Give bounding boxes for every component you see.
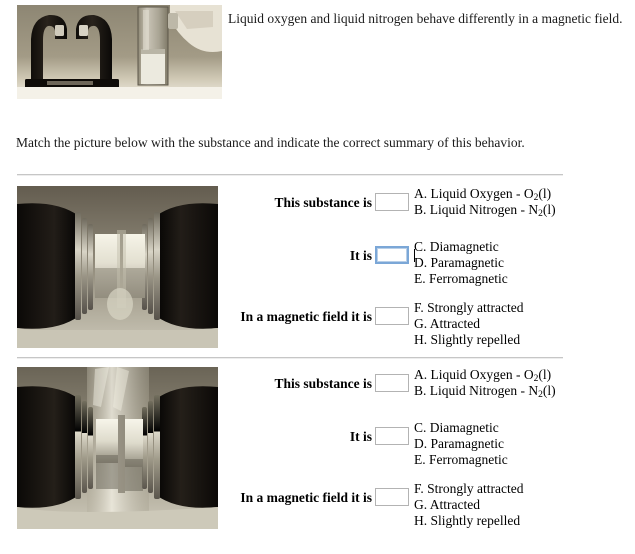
option-item: G. Attracted (414, 497, 480, 512)
option-item: H. Slightly repelled (414, 513, 521, 528)
magnetism-type-input-wrapper (372, 420, 409, 445)
question-row: In a magnetic field it is F. Strongly att… (232, 300, 632, 348)
substance-input-wrapper (372, 367, 409, 392)
row-label: This substance is (274, 195, 372, 210)
liquid-held-between-poles-photo (17, 186, 218, 348)
row-label: It is (349, 248, 372, 263)
option-item: E. Ferromagnetic (414, 452, 508, 467)
option-list: F. Strongly attracted G. Attracted H. Slig… (414, 300, 524, 348)
option-item: H. Slightly repelled (414, 332, 521, 347)
subscript: 2 (538, 390, 543, 400)
substance-input-wrapper (372, 186, 409, 211)
option-item: B. Liquid Nitrogen - N2(l) (414, 202, 556, 219)
substance-input[interactable] (375, 193, 409, 211)
question-row: In a magnetic field it is F. Strongly att… (232, 481, 632, 529)
field-behavior-input-wrapper (372, 481, 409, 506)
option-item: F. Strongly attracted (414, 481, 524, 496)
electromagnet-and-dewar-photo (17, 5, 222, 99)
question-row: It is C. Diamagnetic D. Paramagnetic E. Fer… (232, 239, 632, 287)
field-behavior-input[interactable] (375, 488, 409, 506)
question-row: This substance is A. Liquid Oxygen - O2(l… (232, 186, 632, 219)
option-item: E. Ferromagnetic (414, 271, 508, 286)
option-item: D. Paramagnetic (414, 436, 504, 451)
option-item: C. Diamagnetic (414, 420, 499, 435)
option-item: A. Liquid Oxygen - O2(l) (414, 367, 552, 384)
row-label: In a magnetic field it is (240, 309, 372, 324)
substance-input[interactable] (375, 374, 409, 392)
liquid-falling-past-poles-photo (17, 367, 218, 529)
option-list: A. Liquid Oxygen - O2(l) B. Liquid Nitrog… (414, 186, 556, 219)
option-list: C. Diamagnetic D. Paramagnetic E. Ferromag… (414, 420, 508, 468)
prompt-text: Match the picture below with the substan… (16, 135, 525, 150)
option-item: A. Liquid Oxygen - O2(l) (414, 186, 552, 203)
option-list: F. Strongly attracted G. Attracted H. Slig… (414, 481, 524, 529)
divider-middle (17, 357, 563, 359)
question-row: It is C. Diamagnetic D. Paramagnetic E. Fer… (232, 420, 632, 468)
option-item: B. Liquid Nitrogen - N2(l) (414, 383, 556, 400)
magnetism-type-input[interactable] (375, 427, 409, 445)
option-item: F. Strongly attracted (414, 300, 524, 315)
field-behavior-input-wrapper (372, 300, 409, 325)
row-label: This substance is (274, 376, 372, 391)
field-behavior-input[interactable] (375, 307, 409, 325)
option-list: A. Liquid Oxygen - O2(l) B. Liquid Nitrog… (414, 367, 556, 400)
magnetism-type-input-wrapper (372, 239, 415, 264)
divider-top (17, 174, 563, 176)
option-list: C. Diamagnetic D. Paramagnetic E. Ferromag… (414, 239, 508, 287)
intro-text: Liquid oxygen and liquid nitrogen behave… (228, 11, 623, 26)
row-label: It is (349, 429, 372, 444)
subscript: 2 (538, 209, 543, 219)
option-item: D. Paramagnetic (414, 255, 504, 270)
magnetism-type-input[interactable] (375, 246, 409, 264)
option-item: G. Attracted (414, 316, 480, 331)
question-row: This substance is A. Liquid Oxygen - O2(l… (232, 367, 632, 400)
row-label: In a magnetic field it is (240, 490, 372, 505)
option-item: C. Diamagnetic (414, 239, 499, 254)
